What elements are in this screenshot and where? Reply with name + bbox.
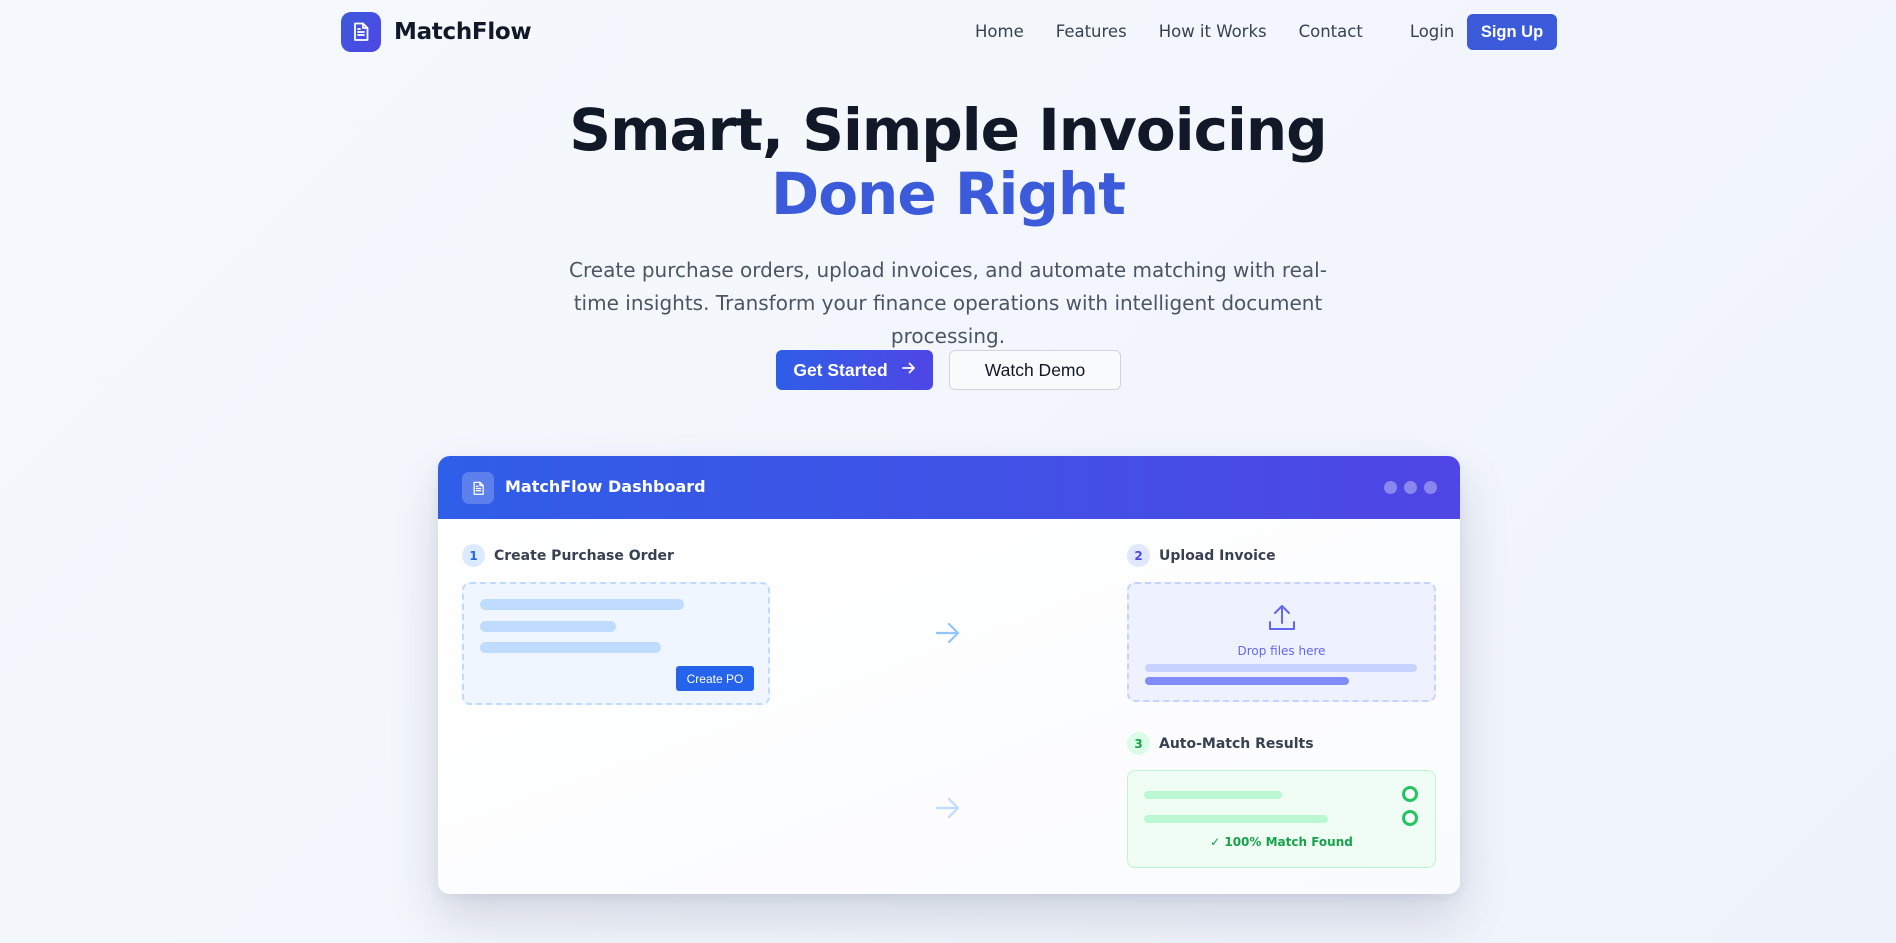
create-po-button[interactable]: Create PO	[676, 666, 754, 691]
window-dot	[1424, 481, 1437, 494]
match-results-panel: ✓ 100% Match Found	[1127, 770, 1436, 868]
window-dot	[1404, 481, 1417, 494]
get-started-button[interactable]: Get Started	[776, 350, 933, 390]
placeholder-line	[480, 599, 684, 610]
watch-demo-button[interactable]: Watch Demo	[949, 350, 1121, 390]
brand-name: MatchFlow	[394, 19, 532, 45]
document-icon	[341, 12, 381, 52]
purchase-order-form: Create PO	[462, 582, 770, 705]
nav-home-link[interactable]: Home	[975, 22, 1024, 41]
invoice-dropzone[interactable]: Drop files here	[1127, 582, 1436, 702]
window-controls	[1377, 481, 1437, 494]
upload-progress-track	[1145, 664, 1417, 672]
nav-contact-link[interactable]: Contact	[1299, 22, 1363, 41]
brand[interactable]: MatchFlow	[341, 12, 532, 52]
step-label: Create Purchase Order	[494, 547, 674, 564]
arrow-right-icon	[901, 361, 916, 379]
step-label: Auto-Match Results	[1159, 735, 1314, 752]
dashboard-body: 1 Create Purchase Order Create PO 2 Uplo…	[438, 519, 1460, 894]
sign-up-button[interactable]: Sign Up	[1467, 14, 1557, 50]
match-check-icon	[1402, 786, 1418, 802]
step-number: 3	[1127, 732, 1150, 755]
placeholder-line	[480, 621, 616, 632]
arrow-right-icon	[935, 797, 960, 819]
placeholder-line	[1144, 791, 1282, 799]
document-icon	[462, 472, 494, 504]
hero-title-line2: Done Right	[771, 160, 1126, 228]
login-link[interactable]: Login	[1410, 22, 1455, 41]
step-number: 2	[1127, 544, 1150, 567]
hero-title-line1: Smart, Simple Invoicing	[569, 96, 1327, 164]
upload-progress-bar	[1145, 677, 1349, 685]
upload-icon	[1269, 605, 1295, 630]
hero-subtitle: Create purchase orders, upload invoices,…	[569, 258, 1327, 348]
placeholder-line	[480, 642, 661, 653]
match-check-icon	[1402, 810, 1418, 826]
nav-features-link[interactable]: Features	[1056, 22, 1127, 41]
drop-files-text: Drop files here	[1237, 644, 1326, 658]
arrow-right-icon	[935, 622, 960, 644]
step-upload-invoice: 2 Upload Invoice	[1127, 544, 1276, 567]
dashboard-header: MatchFlow Dashboard	[438, 456, 1460, 519]
main-nav: Home Features How it Works Contact Login	[975, 22, 1501, 41]
dashboard-preview: MatchFlow Dashboard 1 Create Purchase Or…	[438, 456, 1460, 894]
step-label: Upload Invoice	[1159, 547, 1276, 564]
step-auto-match: 3 Auto-Match Results	[1127, 732, 1314, 755]
get-started-label: Get Started	[793, 359, 888, 380]
match-result-text: ✓ 100% Match Found	[1210, 835, 1353, 849]
placeholder-line	[1144, 815, 1328, 823]
nav-how-it-works-link[interactable]: How it Works	[1159, 22, 1267, 41]
dashboard-title: MatchFlow Dashboard	[505, 477, 706, 496]
window-dot	[1384, 481, 1397, 494]
step-create-po: 1 Create Purchase Order	[462, 544, 674, 567]
site-header: MatchFlow Home Features How it Works Con…	[0, 0, 1896, 64]
step-number: 1	[462, 544, 485, 567]
